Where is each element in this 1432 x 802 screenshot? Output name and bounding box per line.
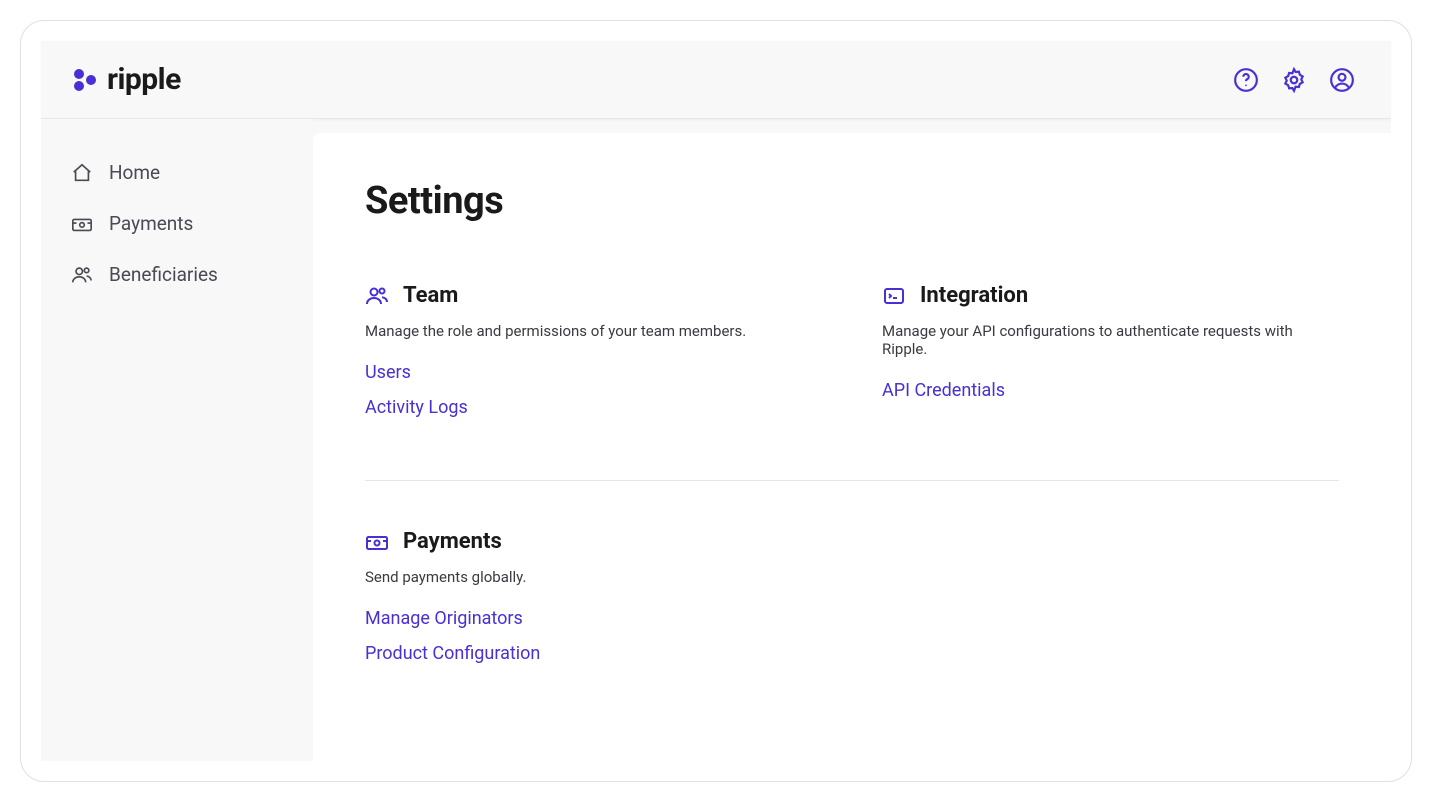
app-shell: ripple [41,41,1391,761]
section-header: Team [365,283,822,308]
team-icon [365,284,389,308]
section-team: Team Manage the role and permissions of … [365,283,822,432]
link-activity-logs[interactable]: Activity Logs [365,397,822,418]
section-description: Send payments globally. [365,568,822,586]
link-product-configuration[interactable]: Product Configuration [365,643,822,664]
link-api-credentials[interactable]: API Credentials [882,380,1339,401]
sidebar-item-beneficiaries[interactable]: Beneficiaries [41,249,313,300]
gear-icon[interactable] [1281,67,1307,93]
integration-icon [882,284,906,308]
topbar-actions [1233,67,1355,93]
section-payments: Payments Send payments globally. Manage … [365,529,822,678]
settings-row-2: Payments Send payments globally. Manage … [365,529,1339,678]
sidebar: Home Payments [41,119,313,761]
help-icon[interactable] [1233,67,1259,93]
section-description: Manage the role and permissions of your … [365,322,822,340]
section-header: Payments [365,529,822,554]
sidebar-item-label: Payments [109,212,193,235]
sidebar-item-label: Home [109,161,160,184]
sidebar-item-label: Beneficiaries [109,263,218,286]
payments-section-icon [365,530,389,554]
app-frame: ripple [20,20,1412,782]
ripple-logo-icon [71,66,99,94]
section-divider [365,480,1339,481]
sidebar-item-payments[interactable]: Payments [41,198,313,249]
brand-name: ripple [107,62,181,97]
home-icon [71,162,93,184]
topbar: ripple [41,41,1391,119]
section-empty [882,529,1339,678]
section-header: Integration [882,283,1339,308]
section-title: Payments [403,529,502,554]
brand-logo[interactable]: ripple [71,62,181,97]
section-description: Manage your API configurations to authen… [882,322,1339,358]
section-title: Team [403,283,458,308]
section-title: Integration [920,283,1028,308]
beneficiaries-icon [71,264,93,286]
link-users[interactable]: Users [365,362,822,383]
sidebar-item-home[interactable]: Home [41,147,313,198]
payments-icon [71,213,93,235]
user-icon[interactable] [1329,67,1355,93]
section-integration: Integration Manage your API configuratio… [882,283,1339,432]
settings-row-1: Team Manage the role and permissions of … [365,283,1339,432]
page-title: Settings [365,179,1339,223]
body-row: Home Payments [41,119,1391,761]
link-manage-originators[interactable]: Manage Originators [365,608,822,629]
main-content: Settings Tea [313,133,1391,761]
